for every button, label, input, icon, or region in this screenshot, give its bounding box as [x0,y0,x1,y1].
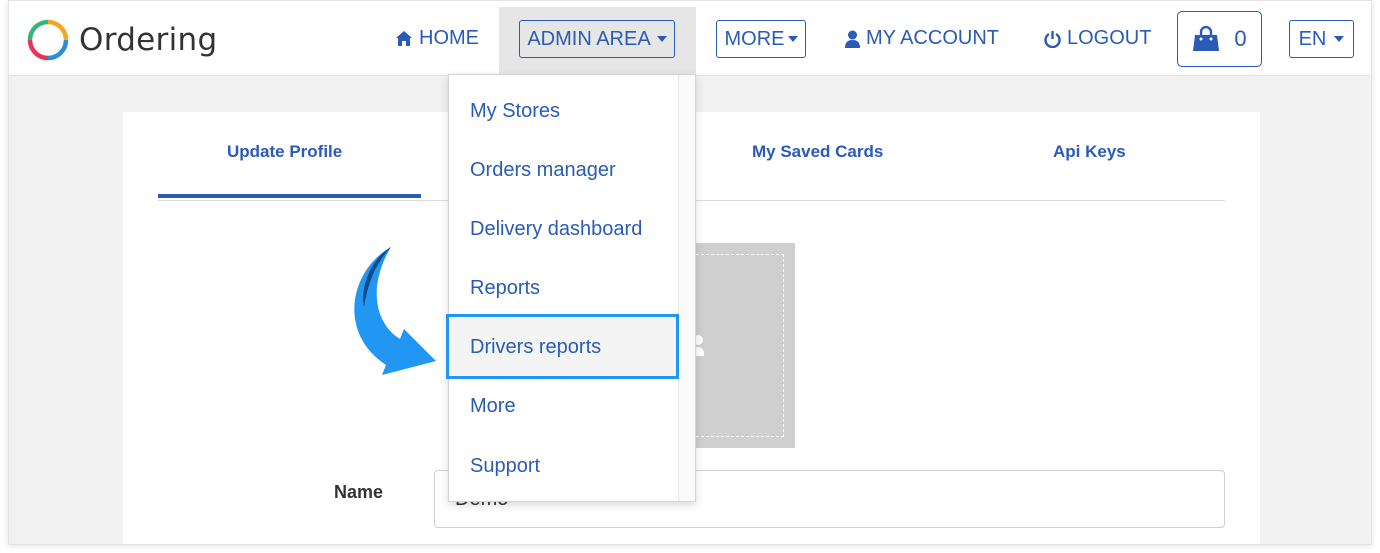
active-tab-indicator [158,194,421,198]
name-label: Name [334,482,384,502]
menu-item-orders-manager[interactable]: Orders manager [470,155,616,185]
menu-item-drivers-reports[interactable]: Drivers reports [470,332,601,362]
language-select[interactable]: EN [1289,20,1354,58]
admin-area-dropdown: My Stores Orders manager Delivery dashbo… [446,74,696,502]
nav-my-account-label: MY ACCOUNT [866,27,999,49]
chevron-down-icon [787,36,798,42]
nav-more-label: MORE [724,27,785,50]
user-icon [845,30,860,48]
menu-item-more[interactable]: More [470,391,516,421]
nav-admin-area-label: ADMIN AREA [527,27,651,50]
nav-admin-area-button[interactable]: ADMIN AREA [519,20,675,58]
top-navbar: Ordering HOME ADMIN AREA MORE MY ACCOUNT [9,1,1371,76]
logo-text: Ordering [79,22,218,58]
cart-button[interactable]: 0 [1177,11,1262,67]
tab-update-profile[interactable]: Update Profile [227,142,342,162]
nav-home[interactable]: HOME [395,1,479,76]
tab-my-saved-cards[interactable]: My Saved Cards [752,142,883,162]
power-icon [1044,30,1061,48]
language-label: EN [1298,27,1327,50]
nav-my-account[interactable]: MY ACCOUNT [845,1,999,76]
menu-item-reports[interactable]: Reports [470,273,540,303]
ordering-logo-icon [27,19,69,61]
nav-home-label: HOME [419,27,479,49]
ordering-logo[interactable]: Ordering [27,19,217,61]
menu-item-my-stores[interactable]: My Stores [470,96,560,126]
tab-api-keys[interactable]: Api Keys [1053,142,1126,162]
app-window: Ordering HOME ADMIN AREA MORE MY ACCOUNT [8,0,1372,545]
nav-more-button[interactable]: MORE [716,20,806,58]
chevron-down-icon [656,36,667,42]
chevron-down-icon [1334,36,1345,42]
cart-count: 0 [1234,26,1247,51]
dropdown-scrollbar[interactable] [678,75,695,501]
tutorial-arrow-icon [354,247,436,375]
nav-logout[interactable]: LOGOUT [1044,1,1151,76]
menu-item-support[interactable]: Support [470,451,540,481]
home-icon [396,31,412,46]
nav-logout-label: LOGOUT [1067,27,1152,49]
profile-photo-upload[interactable] [692,243,795,448]
shopping-bag-icon [1193,26,1220,51]
menu-item-delivery-dashboard[interactable]: Delivery dashboard [470,214,642,244]
